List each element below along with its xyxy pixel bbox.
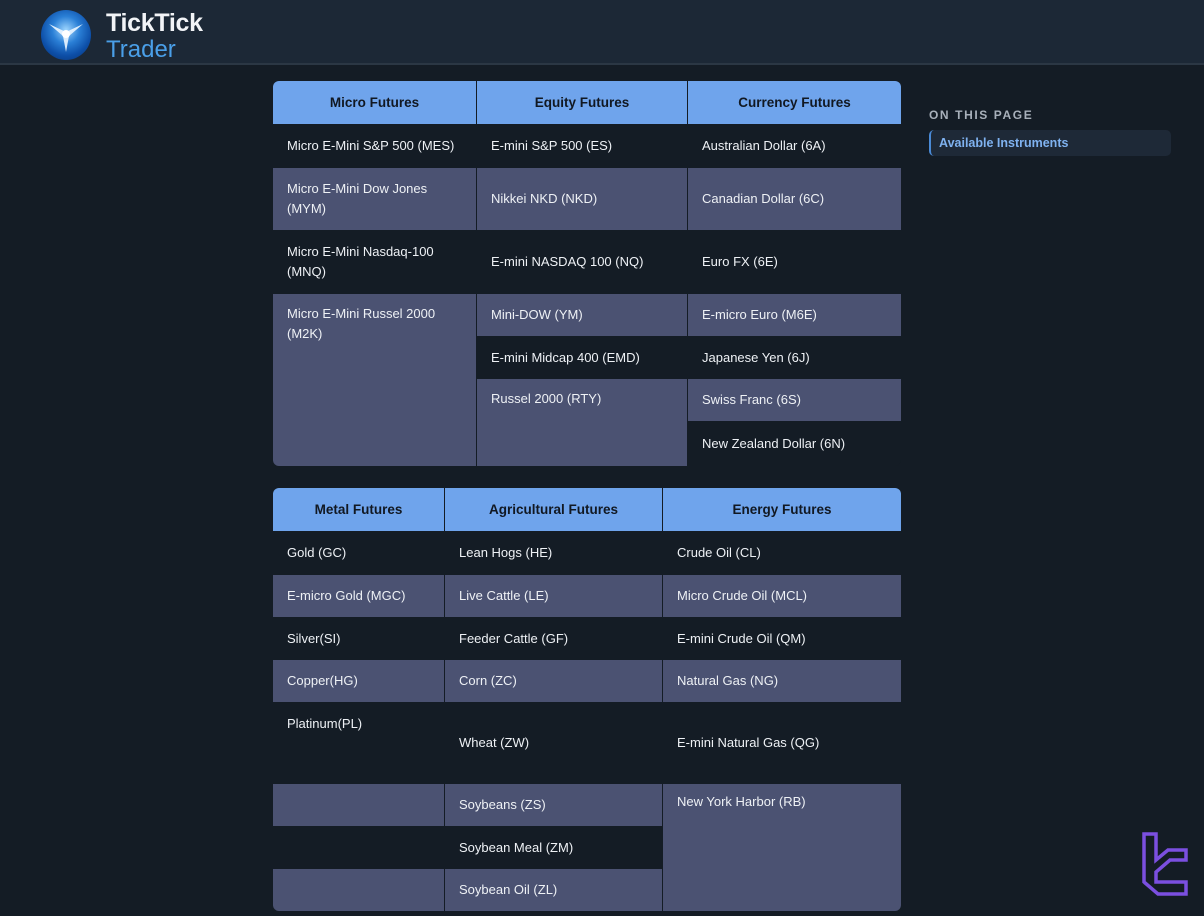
table-cell [273,826,444,869]
column-header-equity: Equity Futures [477,81,687,124]
instruments-table-2: Metal Futures Agricultural Futures Energ… [273,488,901,911]
table-cell: Micro Crude Oil (MCL) [663,575,901,617]
table-cell: New York Harbor (RB) [663,784,901,911]
table-cell: Natural Gas (NG) [663,660,901,702]
table-cell: Micro E-Mini Nasdaq-100 (MNQ) [273,230,476,294]
table-cell: Micro E-Mini Russel 2000 (M2K) [273,294,476,466]
table-cell: E-mini Crude Oil (QM) [663,617,901,660]
toc-link-available-instruments[interactable]: Available Instruments [929,130,1171,156]
table-cell: E-mini NASDAQ 100 (NQ) [477,230,687,294]
table-cell: Soybeans (ZS) [445,784,662,826]
table-cell: Canadian Dollar (6C) [688,168,901,230]
table-cell: Wheat (ZW) [445,702,662,784]
brand-subtitle[interactable]: Trader [106,36,176,64]
table-cell: Copper(HG) [273,660,444,702]
table-cell: Live Cattle (LE) [445,575,662,617]
table-cell: Swiss Franc (6S) [688,379,901,421]
table-cell [273,869,444,911]
table-cell: Soybean Meal (ZM) [445,826,662,869]
table-cell: E-mini Natural Gas (QG) [663,702,901,784]
table-cell: Platinum(PL) [273,702,444,784]
table-cell: Silver(SI) [273,617,444,660]
table-cell: Australian Dollar (6A) [688,124,901,168]
column-header-currency: Currency Futures [688,81,901,124]
table-cell: E-micro Gold (MGC) [273,575,444,617]
table-cell: New Zealand Dollar (6N) [688,421,901,466]
table-cell: E-mini S&P 500 (ES) [477,124,687,168]
instruments-table-1: Micro Futures Equity Futures Currency Fu… [273,81,901,466]
site-watermark-logo-icon [1140,830,1194,907]
column-header-metal: Metal Futures [273,488,444,531]
table-cell: Micro E-Mini Dow Jones (MYM) [273,168,476,230]
table-cell: Corn (ZC) [445,660,662,702]
table-cell: E-mini Midcap 400 (EMD) [477,336,687,379]
table-cell: Mini-DOW (YM) [477,294,687,336]
toc-title: ON THIS PAGE [929,108,1034,122]
table-cell: Feeder Cattle (GF) [445,617,662,660]
table-cell: Euro FX (6E) [688,230,901,294]
column-header-micro: Micro Futures [273,81,476,124]
column-header-energy: Energy Futures [663,488,901,531]
table-cell: Nikkei NKD (NKD) [477,168,687,230]
table-cell: Gold (GC) [273,531,444,575]
table-cell [273,784,444,826]
top-header: TickTick Trader [0,0,1204,65]
table-cell: Micro E-Mini S&P 500 (MES) [273,124,476,168]
ticktick-trader-logo-icon[interactable] [41,10,91,60]
table-cell: Lean Hogs (HE) [445,531,662,575]
brand-name[interactable]: TickTick [106,9,203,38]
table-cell: Japanese Yen (6J) [688,336,901,379]
table-cell: Russel 2000 (RTY) [477,379,687,466]
table-cell: Soybean Oil (ZL) [445,869,662,911]
column-header-agricultural: Agricultural Futures [445,488,662,531]
table-cell: E-micro Euro (M6E) [688,294,901,336]
table-cell: Crude Oil (CL) [663,531,901,575]
